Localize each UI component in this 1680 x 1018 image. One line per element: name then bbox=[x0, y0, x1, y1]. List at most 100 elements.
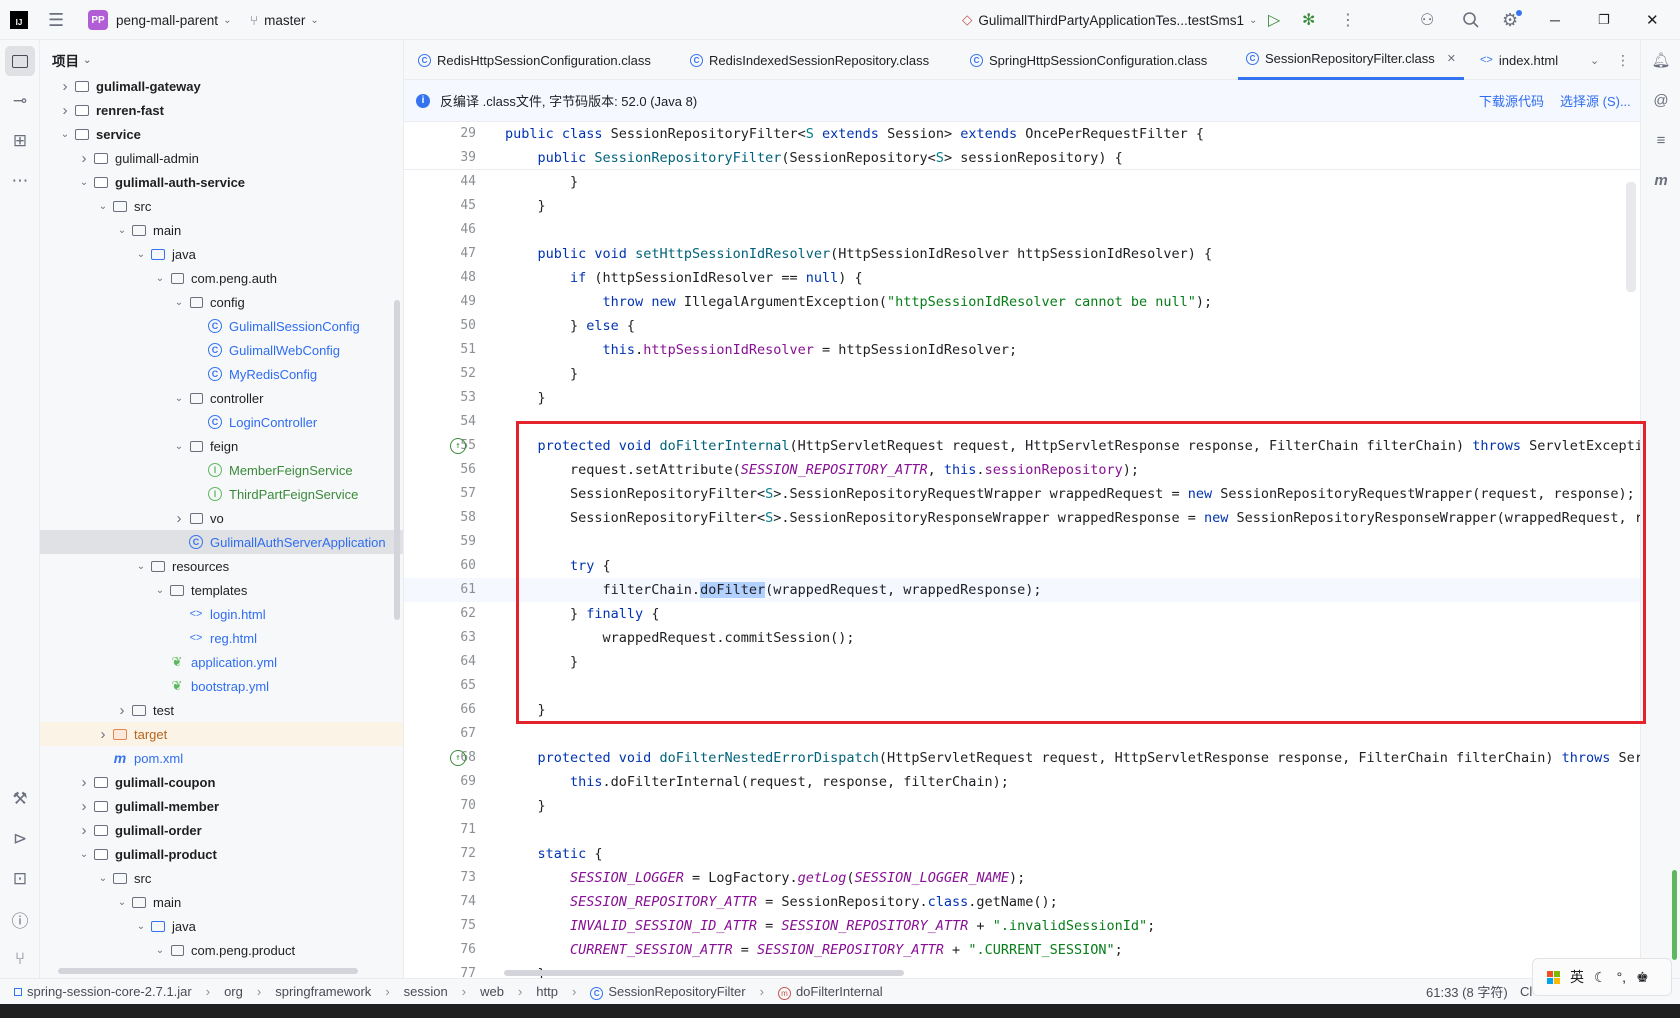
tree-item[interactable]: ⌄ templates bbox=[40, 578, 403, 602]
tree-item[interactable]: I MemberFeignService bbox=[40, 458, 403, 482]
chevron-down-icon[interactable]: ⌄ bbox=[133, 921, 149, 932]
code-line[interactable]: 48 if (httpSessionIdResolver == null) { bbox=[404, 266, 1640, 290]
tree-item[interactable]: ⌄ main bbox=[40, 218, 403, 242]
settings-button[interactable]: ⚙ bbox=[1502, 0, 1522, 40]
tab-redis-indexed-session-repository[interactable]: C RedisIndexedSessionRepository.class bbox=[690, 40, 929, 80]
code-line[interactable]: 70 } bbox=[404, 794, 1640, 818]
maven-button[interactable]: m bbox=[1647, 166, 1675, 194]
build-tool-button[interactable]: ⚒ bbox=[5, 784, 35, 814]
code-line[interactable]: 44 } bbox=[404, 170, 1640, 194]
chevron-down-icon[interactable]: ⌄ bbox=[171, 441, 187, 452]
breadcrumb-item[interactable]: C SessionRepositoryFilter bbox=[590, 984, 746, 1000]
tree-item[interactable]: C LoginController bbox=[40, 410, 403, 434]
code-line[interactable]: 47 public void setHttpSessionIdResolver(… bbox=[404, 242, 1640, 266]
tree-item[interactable]: C GulimallWebConfig bbox=[40, 338, 403, 362]
chevron-down-icon[interactable]: ⌄ bbox=[57, 129, 73, 140]
chevron-down-icon[interactable]: ⌄ bbox=[152, 585, 168, 596]
code-line[interactable]: 50 } else { bbox=[404, 314, 1640, 338]
code-line[interactable]: 51 this.httpSessionIdResolver = httpSess… bbox=[404, 338, 1640, 362]
code-line[interactable]: 68 ↑ protected void doFilterNestedErrorDi… bbox=[404, 746, 1640, 770]
tree-item[interactable]: m pom.xml bbox=[40, 746, 403, 770]
chevron-right-icon[interactable]: › bbox=[57, 78, 73, 95]
chevron-right-icon[interactable]: › bbox=[76, 774, 92, 791]
code-line[interactable]: 46 bbox=[404, 218, 1640, 242]
tree-item[interactable]: ⌄ src bbox=[40, 866, 403, 890]
chevron-right-icon[interactable]: › bbox=[95, 726, 111, 743]
code-line[interactable]: 72 static { bbox=[404, 842, 1640, 866]
tree-item[interactable]: ⌄ com.peng.product bbox=[40, 938, 403, 962]
override-method-icon[interactable]: ↑ bbox=[450, 438, 466, 454]
code-line[interactable]: 73 SESSION_LOGGER = LogFactory.getLog(SE… bbox=[404, 866, 1640, 890]
minimize-button[interactable]: ─ bbox=[1550, 0, 1560, 40]
chevron-right-icon[interactable]: › bbox=[76, 822, 92, 839]
tree-item[interactable]: ⌄ src bbox=[40, 194, 403, 218]
tree-item[interactable]: <> reg.html bbox=[40, 626, 403, 650]
breadcrumb-item[interactable]: http bbox=[536, 984, 558, 999]
chevron-down-icon[interactable]: ⌄ bbox=[133, 561, 149, 572]
breadcrumb-item[interactable]: web bbox=[480, 984, 504, 999]
tree-item[interactable]: C MyRedisConfig bbox=[40, 362, 403, 386]
project-panel-header[interactable]: 项目 ⌄ bbox=[52, 50, 91, 70]
code-with-me-button[interactable]: ⚇ bbox=[1420, 0, 1434, 40]
chevron-down-icon[interactable]: ⌄ bbox=[76, 177, 92, 188]
code-line[interactable]: 69 this.doFilterInternal(request, respon… bbox=[404, 770, 1640, 794]
breadcrumb-item[interactable]: spring-session-core-2.7.1.jar bbox=[14, 984, 192, 999]
tree-item[interactable]: ❦ bootstrap.yml bbox=[40, 674, 403, 698]
run-config-selector[interactable]: ◇ GulimallThirdPartyApplicationTes...tes… bbox=[962, 0, 1257, 40]
project-switcher[interactable]: PP peng-mall-parent ⌄ bbox=[88, 0, 231, 40]
terminal-tool-button[interactable]: ⊡ bbox=[5, 864, 35, 894]
tab-list-dropdown[interactable]: ⌄ bbox=[1590, 40, 1599, 80]
tab-redis-http-session-configuration[interactable]: C RedisHttpSessionConfiguration.class bbox=[418, 40, 651, 80]
branch-switcher[interactable]: ⑂ master ⌄ bbox=[250, 0, 319, 40]
override-method-icon[interactable]: ↑ bbox=[450, 750, 466, 766]
more-actions-button[interactable]: ⋮ bbox=[1340, 0, 1356, 40]
chevron-down-icon[interactable]: ⌄ bbox=[171, 297, 187, 308]
commit-tool-button[interactable]: ⊸ bbox=[5, 86, 35, 116]
breadcrumb-item[interactable]: springframework bbox=[275, 984, 371, 999]
tree-item[interactable]: ⌄ gulimall-product bbox=[40, 842, 403, 866]
chevron-right-icon[interactable]: › bbox=[114, 702, 130, 719]
code-line[interactable]: 53 } bbox=[404, 386, 1640, 410]
tree-item[interactable]: › vo bbox=[40, 506, 403, 530]
tree-item[interactable]: › gulimall-member bbox=[40, 794, 403, 818]
tree-scrollbar[interactable] bbox=[394, 300, 400, 620]
code-line[interactable]: 49 throw new IllegalArgumentException("h… bbox=[404, 290, 1640, 314]
chevron-down-icon[interactable]: ⌄ bbox=[95, 873, 111, 884]
chevron-down-icon[interactable]: ⌄ bbox=[133, 249, 149, 260]
chevron-right-icon[interactable]: › bbox=[57, 102, 73, 119]
ai-assistant-button[interactable]: @ bbox=[1647, 86, 1675, 114]
tree-item[interactable]: ⌄ java bbox=[40, 914, 403, 938]
tree-item[interactable]: › gulimall-order bbox=[40, 818, 403, 842]
problems-tool-button[interactable]: ⓘ bbox=[5, 904, 35, 934]
close-tab-icon[interactable]: ✕ bbox=[1447, 52, 1456, 65]
caret-position[interactable]: 61:33 (8 字符) bbox=[1426, 982, 1508, 1001]
search-button[interactable] bbox=[1462, 0, 1480, 40]
code-line[interactable]: 71 bbox=[404, 818, 1640, 842]
tree-item[interactable]: › gulimall-coupon bbox=[40, 770, 403, 794]
download-sources-link[interactable]: 下载源代码 bbox=[1479, 91, 1544, 110]
chevron-right-icon[interactable]: › bbox=[76, 798, 92, 815]
tree-item[interactable]: C GulimallAuthServerApplication bbox=[40, 530, 403, 554]
debug-button[interactable]: ✻ bbox=[1302, 0, 1315, 40]
breadcrumb-item[interactable]: org bbox=[224, 984, 243, 999]
tree-item[interactable]: › test bbox=[40, 698, 403, 722]
tab-index-html[interactable]: <> index.html bbox=[1480, 40, 1558, 80]
code-line[interactable]: 74 SESSION_REPOSITORY_ATTR = SessionRepo… bbox=[404, 890, 1640, 914]
chevron-down-icon[interactable]: ⌄ bbox=[114, 225, 130, 236]
tree-item[interactable]: ⌄ gulimall-auth-service bbox=[40, 170, 403, 194]
chevron-down-icon[interactable]: ⌄ bbox=[76, 849, 92, 860]
tree-item[interactable]: › gulimall-admin bbox=[40, 146, 403, 170]
chevron-right-icon[interactable]: › bbox=[76, 150, 92, 167]
status-extra[interactable]: Cl bbox=[1520, 984, 1532, 999]
tree-item[interactable]: ⌄ java bbox=[40, 242, 403, 266]
tree-item[interactable]: ⌄ controller bbox=[40, 386, 403, 410]
tree-item[interactable]: › target bbox=[40, 722, 403, 746]
editor-horizontal-scrollbar[interactable] bbox=[504, 970, 904, 976]
close-window-button[interactable]: ✕ bbox=[1646, 0, 1659, 40]
more-tools-button[interactable]: ⋯ bbox=[5, 166, 35, 196]
tree-item[interactable]: ⌄ com.peng.auth bbox=[40, 266, 403, 290]
code-line[interactable]: 45 } bbox=[404, 194, 1640, 218]
chevron-down-icon[interactable]: ⌄ bbox=[152, 945, 168, 956]
tree-item[interactable]: › renren-fast bbox=[40, 98, 403, 122]
maximize-button[interactable]: ❐ bbox=[1598, 0, 1610, 40]
